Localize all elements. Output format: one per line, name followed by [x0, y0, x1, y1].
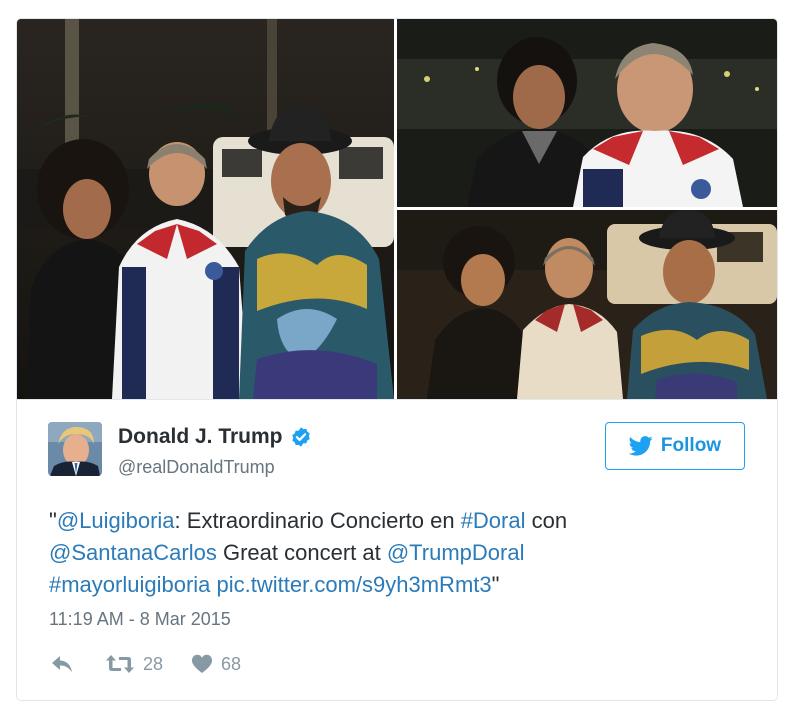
mention-trumpdoral[interactable]: @TrumpDoral [387, 540, 525, 565]
like-count: 68 [221, 653, 242, 674]
pic-twitter-link[interactable]: pic.twitter.com/s9yh3mRmt3 [217, 572, 492, 597]
author-handle[interactable]: @realDonaldTrump [118, 457, 275, 478]
photo-grid [17, 19, 777, 399]
tweet-photo-bottom-right[interactable] [397, 210, 777, 399]
retweet-icon [106, 655, 134, 673]
twitter-bird-icon [628, 436, 653, 456]
tweet-text-part-1: : Extraordinario Concierto en [174, 508, 461, 533]
tweet-photo-main[interactable] [17, 19, 394, 399]
tweet-timestamp[interactable]: 11:19 AM - 8 Mar 2015 [49, 609, 231, 630]
verified-badge-icon [291, 427, 310, 447]
retweet-button[interactable]: 28 [105, 654, 163, 675]
retweet-count: 28 [143, 653, 164, 674]
author-name-row: Donald J. Trump [118, 425, 312, 449]
tweet-text: "@Luigiboria: Extraordinario Concierto e… [49, 505, 749, 601]
tweet-text-part-2: con [525, 508, 568, 533]
close-quote: " [491, 572, 500, 597]
reply-icon [52, 656, 72, 672]
embedded-tweet-card: Donald J. Trump @realDonaldTrump Follow … [16, 18, 778, 701]
tweet-text-part-3: Great concert at [216, 540, 387, 565]
like-button[interactable]: 68 [191, 654, 241, 675]
mention-luigiboria[interactable]: @Luigiboria [57, 508, 175, 533]
heart-icon [191, 654, 213, 673]
hashtag-mayorluigiboria[interactable]: #mayorluigiboria [49, 572, 210, 597]
follow-button-label: Follow [660, 435, 722, 456]
media-divider [17, 399, 777, 400]
follow-button[interactable]: Follow [605, 422, 745, 470]
tweet-actions: 28 68 [51, 651, 241, 677]
hashtag-doral[interactable]: #Doral [461, 508, 526, 533]
reply-button[interactable] [51, 655, 75, 673]
mention-santanacarlos[interactable]: @SantanaCarlos [49, 540, 217, 565]
tweet-photo-top-right[interactable] [397, 19, 777, 207]
open-quote: " [49, 508, 57, 533]
profile-avatar[interactable] [48, 422, 102, 476]
author-display-name[interactable]: Donald J. Trump [118, 425, 283, 449]
